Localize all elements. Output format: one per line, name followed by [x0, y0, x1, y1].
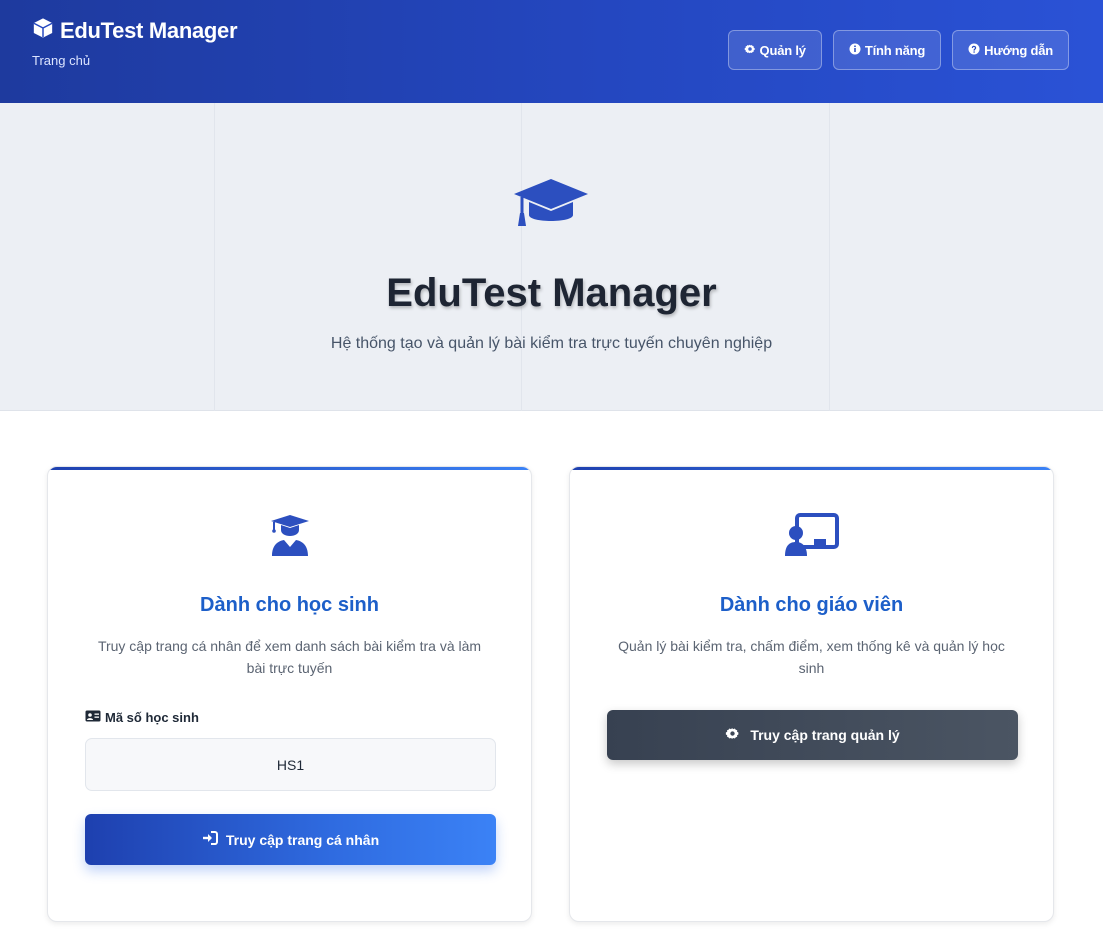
hero-divider	[214, 103, 215, 411]
teacher-access-label: Truy cập trang quản lý	[750, 727, 900, 743]
teacher-icon	[784, 513, 840, 562]
student-id-label-text: Mã số học sinh	[105, 710, 199, 725]
student-card-description: Truy cập trang cá nhân để xem danh sách …	[97, 638, 482, 676]
manage-nav-button[interactable]: Quản lý	[727, 30, 822, 70]
brand-title: EduTest Manager	[60, 17, 238, 43]
guide-nav-label: Hướng dẫn	[984, 42, 1053, 58]
sign-in-icon	[202, 831, 218, 848]
teacher-card-title: Dành cho giáo viên	[719, 594, 904, 616]
student-access-label: Truy cập trang cá nhân	[225, 831, 380, 848]
teacher-card-description: Quản lý bài kiểm tra, chấm điểm, xem thố…	[618, 638, 1005, 676]
features-nav-button[interactable]: Tính năng	[832, 30, 942, 70]
hero-divider	[521, 103, 522, 411]
top-header: EduTest Manager Trang chủ Quản lý Tính n…	[0, 0, 1103, 103]
features-nav-label: Tính năng	[864, 42, 926, 58]
manage-nav-label: Quản lý	[759, 42, 806, 58]
id-card-icon	[85, 710, 101, 725]
info-icon	[849, 43, 861, 58]
student-id-label: Mã số học sinh	[85, 710, 199, 725]
hero-subtitle: Hệ thống tạo và quản lý bài kiểm tra trự…	[330, 335, 773, 352]
student-access-button[interactable]: Truy cập trang cá nhân	[85, 814, 496, 865]
header-nav: Quản lý Tính năng Hướng dẫn	[727, 30, 1069, 70]
graduation-cap-icon	[512, 177, 590, 234]
help-icon	[968, 43, 980, 58]
student-id-input[interactable]	[85, 738, 496, 791]
teacher-access-button[interactable]: Truy cập trang quản lý	[607, 710, 1018, 760]
hero-title: EduTest Manager	[386, 271, 717, 315]
breadcrumb[interactable]: Trang chủ	[32, 53, 237, 68]
gear-icon	[744, 43, 756, 58]
student-card-title: Dành cho học sinh	[200, 594, 379, 616]
brand[interactable]: EduTest Manager Trang chủ	[32, 17, 238, 69]
student-card: Dành cho học sinh Truy cập trang cá nhân…	[47, 466, 532, 922]
cube-icon	[32, 17, 54, 44]
hero-section: EduTest Manager Hệ thống tạo và quản lý …	[0, 103, 1103, 411]
hero-divider	[829, 103, 830, 411]
teacher-card: Dành cho giáo viên Quản lý bài kiểm tra,…	[569, 466, 1054, 922]
guide-nav-button[interactable]: Hướng dẫn	[952, 30, 1069, 70]
gear-icon	[725, 726, 740, 744]
student-icon	[270, 513, 310, 562]
